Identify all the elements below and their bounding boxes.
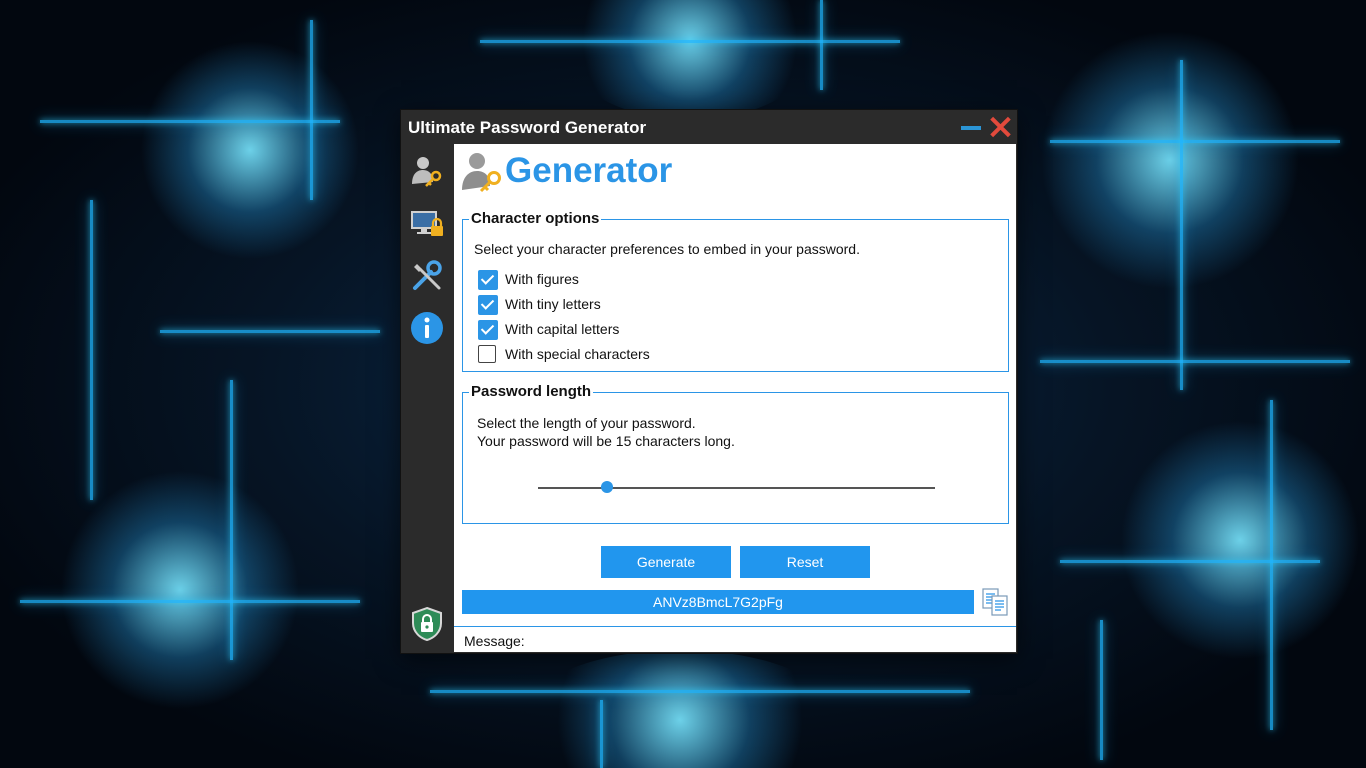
length-status: Your password will be 15 characters long… — [477, 433, 735, 449]
title-bar[interactable]: Ultimate Password Generator — [401, 110, 1017, 144]
generate-button[interactable]: Generate — [601, 546, 731, 578]
checkbox-label: With special characters — [505, 346, 650, 362]
sidebar-item-info[interactable] — [409, 310, 445, 346]
user-key-icon — [462, 153, 501, 193]
checkbox-label: With capital letters — [505, 321, 620, 337]
sidebar-item-tools[interactable] — [409, 258, 445, 294]
group-legend: Password length — [469, 383, 594, 400]
message-label: Message: — [464, 633, 525, 649]
page-title: Generator — [505, 151, 673, 190]
monitor-lock-icon — [411, 211, 443, 236]
main-panel: Generator Character options Select your … — [454, 144, 1016, 652]
sidebar-item-secure[interactable] — [409, 206, 445, 242]
sidebar-item-generator[interactable] — [409, 154, 445, 190]
info-icon — [411, 312, 443, 344]
minimize-button[interactable] — [958, 115, 984, 139]
checkbox-checked[interactable] — [478, 320, 498, 340]
character-options-group: Character options Select your character … — [462, 210, 1009, 372]
app-window: Ultimate Password Generator Generator Ch… — [401, 110, 1017, 653]
window-title: Ultimate Password Generator — [408, 118, 647, 137]
close-button[interactable] — [987, 115, 1013, 139]
user-key-icon — [412, 157, 442, 187]
character-options-description: Select your character preferences to emb… — [474, 241, 860, 257]
wrench-screwdriver-icon — [413, 260, 442, 290]
checkbox-checked[interactable] — [478, 270, 498, 290]
checkbox-label: With figures — [505, 271, 579, 287]
password-length-group: Password length Select the length of you… — [462, 383, 1009, 524]
message-divider — [454, 626, 1016, 627]
group-legend: Character options — [469, 210, 602, 227]
reset-button[interactable]: Reset — [740, 546, 870, 578]
length-slider-thumb[interactable] — [601, 481, 613, 493]
checkbox-unchecked[interactable] — [478, 345, 496, 363]
password-output[interactable]: ANVz8BmcL7G2pFg — [462, 590, 974, 614]
length-instruction: Select the length of your password. — [477, 415, 696, 431]
checkbox-label: With tiny letters — [505, 296, 601, 312]
copy-icon[interactable] — [981, 588, 1011, 616]
checkbox-checked[interactable] — [478, 295, 498, 315]
shield-lock-badge — [409, 606, 445, 642]
shield-lock-icon — [412, 606, 442, 642]
length-slider-track[interactable] — [538, 487, 935, 489]
sidebar — [401, 144, 453, 653]
